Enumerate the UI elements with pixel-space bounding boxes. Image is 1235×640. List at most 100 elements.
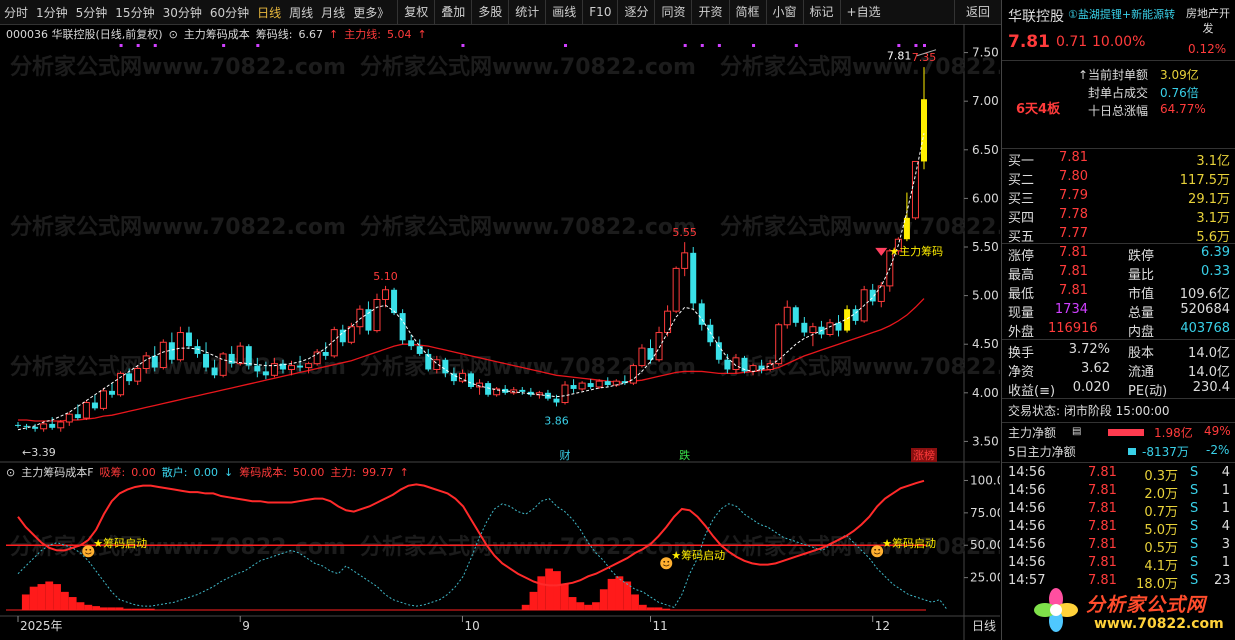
accumulation-bar [607,578,616,610]
y-tick-label: 6.50 [972,143,999,157]
marker-dot [897,44,901,47]
candle-body [254,365,261,372]
sector-change-pct: 0.12% [1188,42,1227,56]
candle-body [142,355,150,370]
stat-label: 内盘 [1128,325,1155,340]
candle-body [203,353,210,368]
accumulation-bar [60,591,69,610]
period-6[interactable]: 日线 [253,4,285,21]
accumulation-bar [29,586,38,610]
toolbar-button-4[interactable]: 画线 [545,0,582,24]
period-1[interactable]: 1分钟 [32,4,72,21]
period-9[interactable]: 更多》 [349,4,393,21]
fund-value: 230.4 [1192,380,1230,395]
toolbar-button-9[interactable]: 简框 [728,0,766,24]
toolbar-button-8[interactable]: 开资 [691,0,728,24]
logo-text: 分析家公式网 [1086,594,1207,616]
candle-body [109,390,116,395]
tick-count: 1 [1221,483,1230,498]
stat-value: 0.33 [1201,264,1230,279]
candle-body [211,367,218,376]
accumulation-bar [615,576,624,610]
net5-value: -8137万 [1142,445,1189,459]
tick-side: S [1190,501,1199,516]
period-5[interactable]: 60分钟 [206,4,253,21]
net-main-value: 1.98亿 [1154,426,1193,440]
candle-body [356,308,364,328]
y-tick-label: 4.00 [972,386,999,400]
stat-value: 7.81 [1059,283,1088,298]
period-7[interactable]: 周线 [285,4,317,21]
candle-body [450,373,457,382]
tick-count: 1 [1221,555,1230,570]
net-main-bar [1108,429,1144,436]
tick-time: 14:56 [1008,501,1046,516]
stat-row: 现量 1734 总量 520684 [1008,302,1230,321]
accumulation-bar [568,597,577,610]
toolbar-button-1[interactable]: 叠加 [434,0,471,24]
fund-value: 14.0亿 [1188,346,1230,361]
tick-price: 7.81 [1088,465,1117,480]
toolbar-button-10[interactable]: 小窗 [765,0,803,24]
return-button[interactable]: 返回 [954,0,1001,25]
toolbar-button-0[interactable]: 复权 [397,0,434,24]
candle-body [126,373,133,382]
marker-dot [564,44,568,47]
x-tick-label: 12 [875,619,890,633]
tick-time: 14:56 [1008,537,1046,552]
candle-body [698,303,705,325]
detail-icon[interactable]: ▤ [1072,426,1081,437]
candle-body [194,346,201,354]
stat-value: 1734 [1054,302,1088,317]
candle-body [65,413,73,423]
tick-time: 14:56 [1008,465,1046,480]
y-tick-label: 4.50 [972,337,999,351]
event-label: 财 [560,448,571,462]
watermark-text: 分析家公式网www.70822.com [10,214,346,240]
toolbar-button-5[interactable]: F10 [582,0,617,24]
tick-volume: 2.0万 [1144,487,1178,502]
high-label: 5.10 [373,270,398,283]
toolbar-button-12[interactable]: +自选 [839,0,887,24]
candle-body [578,382,586,390]
period-3[interactable]: 15分钟 [111,4,158,21]
candle-body [690,252,697,304]
accumulation-bar [53,584,61,610]
bid-volume: 29.1万 [1188,192,1230,207]
fund-value: 3.72% [1068,342,1110,357]
stat-label: 外盘 [1008,325,1035,340]
period-0[interactable]: 分时 [0,4,32,21]
toolbar-button-2[interactable]: 多股 [471,0,508,24]
x-tick-label: 日线 [972,619,996,633]
period-2[interactable]: 5分钟 [72,4,112,21]
toolbar-button-7[interactable]: 同资 [654,0,691,24]
x-tick-label: 9 [242,619,250,633]
smiley-eye [874,548,877,551]
tick-row: 14:56 7.81 0.3万 S 4 [1008,465,1230,484]
kline-chart[interactable]: 分析家公式网www.70822.com 分析家公式网www.70822.com 分析… [0,24,1000,640]
signal-label: ★筹码启动 [93,536,147,550]
period-4[interactable]: 30分钟 [159,4,206,21]
tick-count: 4 [1221,519,1230,534]
net-main-row: 主力净额 ▤ 1.98亿 49% [1008,424,1231,443]
stat-value: 403768 [1180,321,1230,336]
stat-value: 520684 [1180,302,1230,317]
accumulation-bar [631,594,639,610]
toolbar-buttons: 复权 叠加 多股 统计 画线 F10 逐分 同资 开资 简框 小窗 标记 +自选 [397,0,886,24]
net5-bar [1128,448,1136,455]
period-8[interactable]: 月线 [317,4,349,21]
fund-row: 净资 3.62 流通 14.0亿 [1008,361,1230,380]
accumulation-bar [576,602,585,610]
x-tick-label: 11 [652,619,667,633]
concept-tag[interactable]: ①盐湖提锂+新能源转 [1068,6,1180,22]
fund-label: 换手 [1008,346,1035,361]
event-label: 跌 [679,448,690,462]
x-tick-label: 2025年 [20,619,63,633]
y-tick-label: 7.00 [972,94,999,108]
toolbar-button-6[interactable]: 逐分 [617,0,654,24]
stat-row: 涨停 7.81 跌停 6.39 [1008,245,1230,264]
candle-body [373,298,381,332]
tick-time: 14:56 [1008,555,1046,570]
toolbar-button-11[interactable]: 标记 [802,0,840,24]
toolbar-button-3[interactable]: 统计 [508,0,545,24]
